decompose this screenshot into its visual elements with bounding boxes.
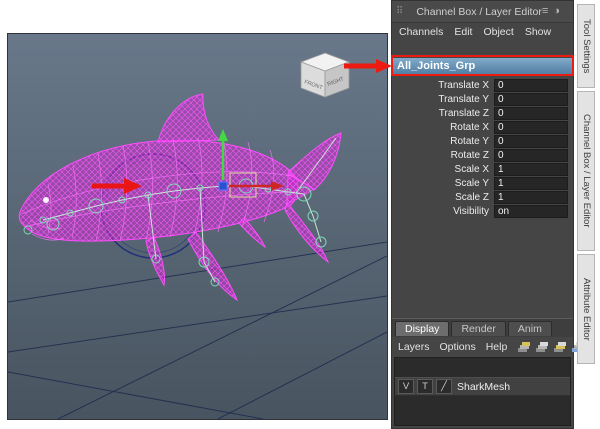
- channel-value-field[interactable]: 0: [494, 78, 568, 92]
- channel-label[interactable]: Visibility: [392, 206, 494, 217]
- channel-value-field[interactable]: 0: [494, 106, 568, 120]
- layers-toolbar-icon-2[interactable]: [535, 341, 549, 353]
- panel-grip-icon[interactable]: ⠿: [396, 6, 403, 17]
- layers-toolbar-icon-1[interactable]: [517, 341, 531, 353]
- selected-object-name[interactable]: All_Joints_Grp: [393, 58, 572, 74]
- layer-name[interactable]: SharkMesh: [457, 381, 510, 393]
- channel-value-field[interactable]: 1: [494, 190, 568, 204]
- channel-row: Translate X 0: [392, 78, 573, 92]
- channel-value-field[interactable]: 1: [494, 162, 568, 176]
- manipulator-center-handle[interactable]: [218, 181, 228, 191]
- panel-title: Channel Box / Layer Editor: [416, 5, 542, 18]
- tab-render[interactable]: Render: [451, 321, 506, 336]
- channel-value-field[interactable]: on: [494, 204, 568, 218]
- layer-type-icon[interactable]: ╱: [436, 379, 452, 394]
- channel-value-field[interactable]: 0: [494, 148, 568, 162]
- layer-row[interactable]: V T ╱ SharkMesh: [395, 377, 570, 396]
- channel-row: Scale Z 1: [392, 190, 573, 204]
- channel-row: Scale X 1: [392, 162, 573, 176]
- layer-template-toggle[interactable]: T: [417, 379, 433, 394]
- layer-list[interactable]: V T ╱ SharkMesh: [394, 357, 571, 426]
- channel-value-field[interactable]: 0: [494, 134, 568, 148]
- channel-value-field[interactable]: 0: [494, 92, 568, 106]
- shark-eye: [43, 197, 49, 203]
- menu-channels[interactable]: Channels: [399, 26, 443, 41]
- menu-layers[interactable]: Layers: [398, 341, 430, 353]
- layers-toolbar-icon-3[interactable]: [553, 341, 567, 353]
- side-tab-channel-box[interactable]: Channel Box / Layer Editor: [577, 91, 595, 251]
- tab-anim[interactable]: Anim: [507, 321, 552, 336]
- channel-label[interactable]: Rotate Z: [392, 150, 494, 161]
- channel-label[interactable]: Rotate X: [392, 122, 494, 133]
- view-cube[interactable]: FRONT RIGHT: [299, 52, 351, 98]
- channel-row: Visibility on: [392, 204, 573, 218]
- channel-label[interactable]: Scale X: [392, 164, 494, 175]
- half-circle-icon[interactable]: ◑: [553, 6, 560, 17]
- channel-attributes: Translate X 0 Translate Y 0 Translate Z …: [392, 78, 573, 218]
- channel-label[interactable]: Translate Y: [392, 94, 494, 105]
- side-tab-strip: Tool Settings Channel Box / Layer Editor…: [577, 4, 599, 367]
- layer-editor-section: Display Render Anim Layers Options Help …: [392, 318, 585, 428]
- side-tab-attribute-editor[interactable]: Attribute Editor: [577, 254, 595, 364]
- channel-row: Scale Y 1: [392, 176, 573, 190]
- channel-box-menubar: Channels Edit Object Show: [392, 23, 573, 41]
- layer-visibility-toggle[interactable]: V: [398, 379, 414, 394]
- channel-row: Rotate Y 0: [392, 134, 573, 148]
- layer-editor-tabs: Display Render Anim: [392, 319, 573, 337]
- menu-show[interactable]: Show: [525, 26, 551, 41]
- menu-options[interactable]: Options: [440, 341, 476, 353]
- panel-header: ⠿ Channel Box / Layer Editor ≡ ◑: [392, 1, 573, 23]
- channel-label[interactable]: Rotate Y: [392, 136, 494, 147]
- channel-row: Rotate X 0: [392, 120, 573, 134]
- menu-object[interactable]: Object: [483, 26, 513, 41]
- channel-row: Rotate Z 0: [392, 148, 573, 162]
- tab-display[interactable]: Display: [395, 321, 450, 336]
- side-tab-tool-settings[interactable]: Tool Settings: [577, 4, 595, 88]
- 3d-viewport[interactable]: FRONT RIGHT: [7, 33, 388, 420]
- channel-label[interactable]: Scale Y: [392, 178, 494, 189]
- channel-label[interactable]: Translate X: [392, 80, 494, 91]
- channel-value-field[interactable]: 0: [494, 120, 568, 134]
- channel-label[interactable]: Translate Z: [392, 108, 494, 119]
- menu-help[interactable]: Help: [486, 341, 508, 353]
- channel-row: Translate Y 0: [392, 92, 573, 106]
- sliders-icon[interactable]: ≡: [542, 6, 548, 17]
- channel-row: Translate Z 0: [392, 106, 573, 120]
- menu-edit[interactable]: Edit: [454, 26, 472, 41]
- channel-value-field[interactable]: 1: [494, 176, 568, 190]
- channel-box-panel: ⠿ Channel Box / Layer Editor ≡ ◑ Channel…: [391, 0, 585, 429]
- layer-editor-menubar: Layers Options Help: [392, 337, 585, 356]
- channel-label[interactable]: Scale Z: [392, 192, 494, 203]
